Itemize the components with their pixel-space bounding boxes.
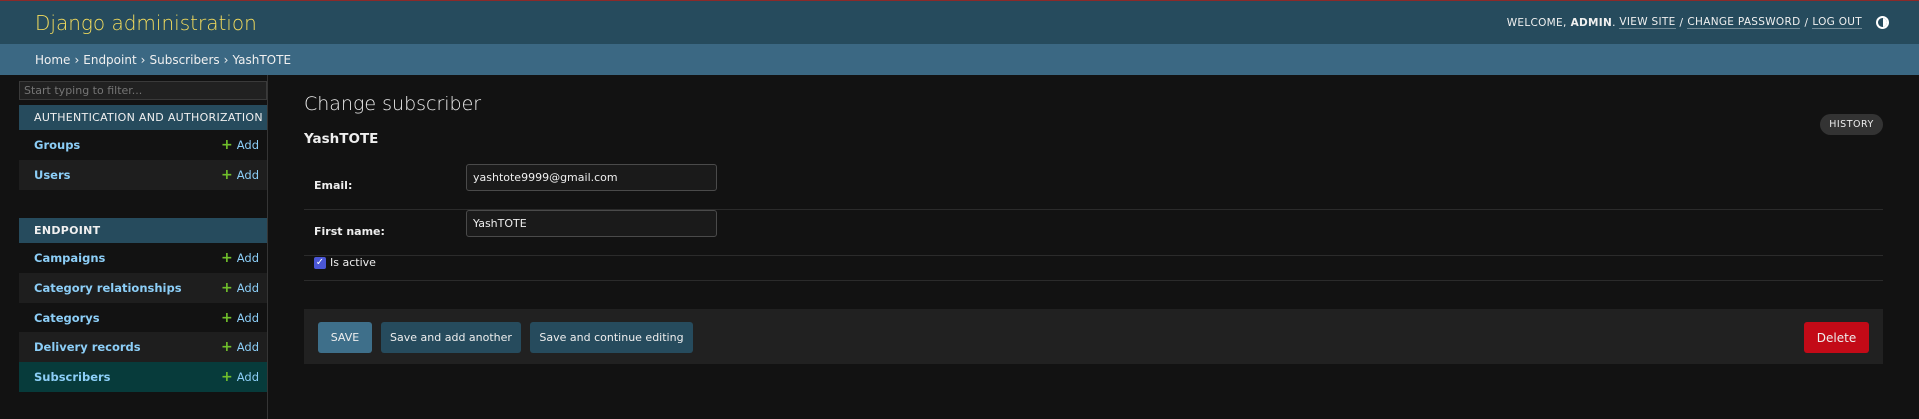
add-link[interactable]: + Add <box>221 340 259 354</box>
form-row-is-active: ✓ Is active <box>304 247 1883 281</box>
add-link[interactable]: + Add <box>221 168 259 182</box>
plus-icon: + <box>221 167 233 183</box>
sidebar-item-categorys: Categorys + Add <box>19 303 267 333</box>
breadcrumb-model[interactable]: Subscribers <box>149 53 219 67</box>
separator: / <box>1679 16 1684 29</box>
save-button[interactable]: Save <box>318 322 372 353</box>
view-site-link[interactable]: View site <box>1619 16 1676 29</box>
add-label: Add <box>236 138 259 152</box>
sidebar-item-campaigns: Campaigns + Add <box>19 243 267 273</box>
submit-row: Save Save and add another Save and conti… <box>304 309 1883 364</box>
page-title: Change subscriber <box>304 93 482 115</box>
history-button[interactable]: History <box>1820 114 1883 135</box>
add-link[interactable]: + Add <box>221 311 259 325</box>
breadcrumb-current: YashTOTE <box>232 52 292 67</box>
sidebar-item-label[interactable]: Category relationships <box>34 281 182 295</box>
sidebar-item-category-relationships: Category relationships + Add <box>19 273 267 303</box>
first-name-label: First name: <box>314 225 385 238</box>
plus-icon: + <box>221 369 233 385</box>
change-password-link[interactable]: Change password <box>1687 16 1801 29</box>
log-out-link[interactable]: Log out <box>1812 16 1862 29</box>
sidebar-item-label[interactable]: Categorys <box>34 311 100 325</box>
add-label: Add <box>236 370 259 384</box>
email-label: Email: <box>314 179 353 192</box>
breadcrumb: Home › Endpoint › Subscribers › YashTOTE <box>0 44 1919 75</box>
breadcrumb-home[interactable]: Home <box>35 53 70 67</box>
module-caption-endpoint[interactable]: Endpoint <box>19 218 267 243</box>
add-label: Add <box>236 340 259 354</box>
sidebar-item-groups: Groups + Add <box>19 130 267 160</box>
first-name-field[interactable] <box>466 210 717 237</box>
site-header: Django administration Welcome, admin. Vi… <box>0 0 1919 44</box>
sidebar-item-label[interactable]: Subscribers <box>34 370 111 384</box>
breadcrumb-separator: › <box>140 52 146 67</box>
welcome-text: Welcome, <box>1506 16 1567 29</box>
site-brand[interactable]: Django administration <box>35 11 257 35</box>
add-link[interactable]: + Add <box>221 370 259 384</box>
add-link[interactable]: + Add <box>221 138 259 152</box>
sidebar-item-label[interactable]: Delivery records <box>34 340 141 354</box>
add-link[interactable]: + Add <box>221 281 259 295</box>
period: . <box>1612 16 1616 29</box>
breadcrumb-app[interactable]: Endpoint <box>83 53 136 67</box>
save-and-continue-button[interactable]: Save and continue editing <box>530 322 693 353</box>
save-and-add-another-button[interactable]: Save and add another <box>381 322 521 353</box>
delete-button[interactable]: Delete <box>1804 322 1869 353</box>
object-name: YashTOTE <box>304 131 379 147</box>
plus-icon: + <box>221 137 233 153</box>
add-label: Add <box>236 168 259 182</box>
plus-icon: + <box>221 280 233 296</box>
sidebar-item-label[interactable]: Campaigns <box>34 251 105 265</box>
breadcrumb-separator: › <box>74 52 80 67</box>
sidebar-item-users: Users + Add <box>19 160 267 190</box>
add-label: Add <box>236 251 259 265</box>
username: admin <box>1570 16 1613 29</box>
sidebar-item-delivery-records: Delivery records + Add <box>19 332 267 362</box>
sidebar-item-label[interactable]: Users <box>34 168 71 182</box>
add-label: Add <box>236 311 259 325</box>
plus-icon: + <box>221 339 233 355</box>
sidebar-item-subscribers: Subscribers + Add <box>19 362 267 392</box>
is-active-label[interactable]: Is active <box>330 256 376 269</box>
theme-toggle-icon[interactable] <box>1876 16 1889 29</box>
add-link[interactable]: + Add <box>221 251 259 265</box>
form-row-email: Email: <box>304 164 1883 210</box>
sidebar-item-label[interactable]: Groups <box>34 138 80 152</box>
plus-icon: + <box>221 310 233 326</box>
is-active-checkbox[interactable]: ✓ <box>314 257 326 269</box>
breadcrumb-separator: › <box>223 52 229 67</box>
email-field[interactable] <box>466 164 717 191</box>
add-label: Add <box>236 281 259 295</box>
user-tools: Welcome, admin. View site / Change passw… <box>1507 16 1889 29</box>
nav-filter-input[interactable] <box>19 81 267 100</box>
nav-sidebar: Authentication and Authorization Groups … <box>19 75 268 419</box>
plus-icon: + <box>221 250 233 266</box>
separator: / <box>1804 16 1809 29</box>
module-caption-auth[interactable]: Authentication and Authorization <box>19 105 267 130</box>
